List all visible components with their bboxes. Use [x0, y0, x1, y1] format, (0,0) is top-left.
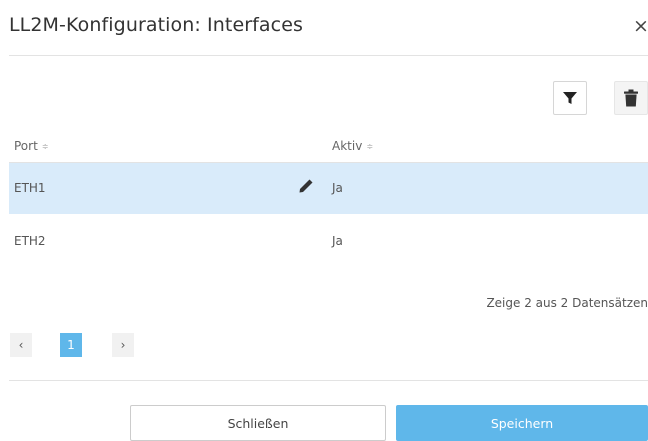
column-header-port-label: Port [14, 139, 38, 153]
delete-button[interactable] [614, 81, 648, 115]
prev-page-button[interactable]: ‹ [10, 333, 32, 357]
column-header-aktiv-label: Aktiv [332, 139, 363, 153]
record-count: Zeige 2 aus 2 Datensätzen [486, 296, 648, 310]
page-button-current[interactable]: 1 [60, 333, 82, 357]
aktiv-cell: Ja [332, 234, 343, 248]
sort-icon: ≑ [366, 142, 374, 151]
save-button[interactable]: Speichern [396, 405, 648, 441]
sort-icon: ≑ [41, 142, 49, 151]
port-cell: ETH2 [14, 234, 46, 248]
table-row[interactable]: ETH1 Ja [9, 163, 648, 214]
column-header-port[interactable]: Port ≑ [14, 139, 49, 153]
column-header-aktiv[interactable]: Aktiv ≑ [332, 139, 373, 153]
pencil-icon [299, 179, 313, 193]
dialog-title: LL2M-Konfiguration: Interfaces [9, 14, 304, 36]
port-cell: ETH1 [14, 181, 46, 195]
table-row[interactable]: ETH2 Ja [9, 214, 648, 265]
aktiv-cell: Ja [332, 181, 343, 195]
edit-button[interactable] [298, 178, 314, 198]
close-icon[interactable]: × [633, 15, 648, 37]
header-divider [9, 55, 648, 56]
footer-divider [9, 380, 648, 381]
next-page-button[interactable]: › [112, 333, 134, 357]
close-button[interactable]: Schließen [130, 405, 386, 441]
filter-icon [563, 92, 577, 104]
trash-icon [624, 89, 638, 107]
filter-button[interactable] [553, 81, 587, 115]
